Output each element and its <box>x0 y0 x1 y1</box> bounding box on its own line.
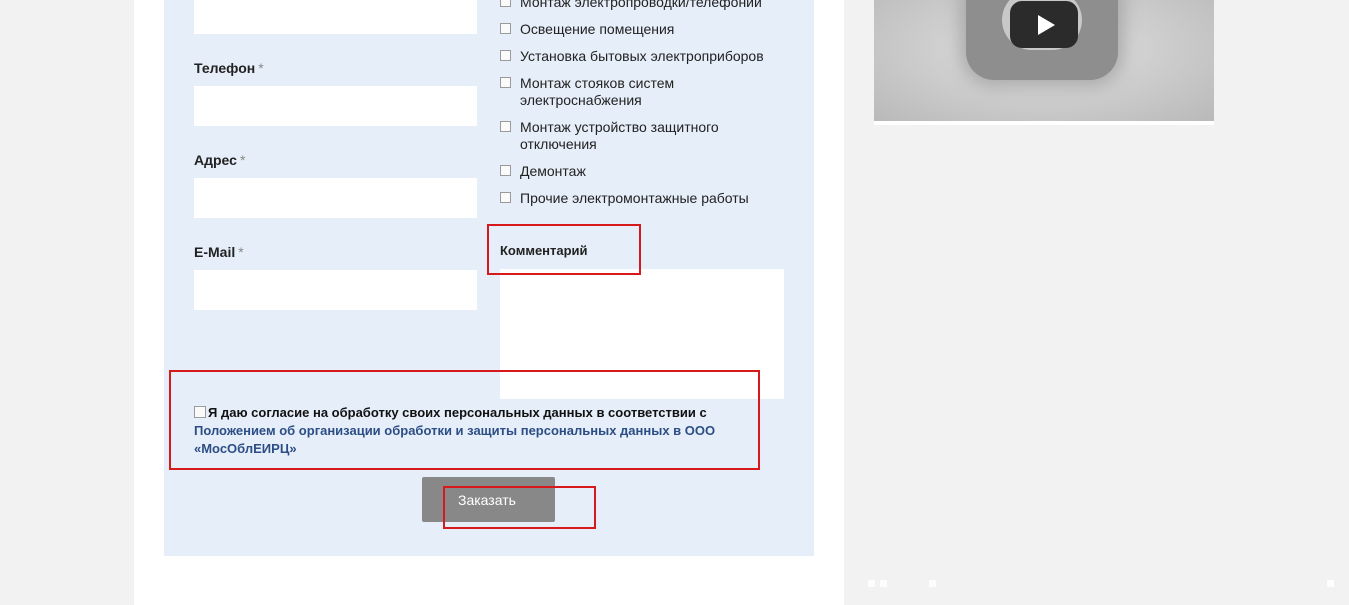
email-input[interactable] <box>194 270 477 310</box>
service-option[interactable]: Монтаж устройство защитного отключения <box>500 119 760 153</box>
consent-policy-link[interactable]: Положением об организации обработки и за… <box>194 423 715 456</box>
required-mark: * <box>238 244 244 260</box>
consent-checkbox[interactable] <box>194 406 206 418</box>
address-label: Адрес * <box>194 152 245 168</box>
video-bottom-strip <box>874 121 1214 125</box>
decorative-artifact <box>868 580 875 587</box>
required-mark: * <box>258 60 264 76</box>
service-checkbox[interactable] <box>500 165 511 176</box>
comment-label: Комментарий <box>500 243 588 258</box>
service-checkbox[interactable] <box>500 77 511 88</box>
name-input[interactable] <box>194 0 477 34</box>
consent-block: Я даю согласие на обработку своих персон… <box>194 404 754 458</box>
service-checkbox[interactable] <box>500 192 511 203</box>
phone-label-text: Телефон <box>194 60 256 76</box>
service-label: Установка бытовых электроприборов <box>520 48 764 64</box>
phone-label: Телефон * <box>194 60 264 76</box>
service-label: Монтаж стояков систем электроснабжения <box>520 75 675 108</box>
service-checkbox[interactable] <box>500 0 511 7</box>
service-label: Монтаж устройство защитного отключения <box>520 119 719 152</box>
submit-order-button[interactable]: Заказать <box>422 477 555 522</box>
address-label-text: Адрес <box>194 152 237 168</box>
address-input[interactable] <box>194 178 477 218</box>
phone-input[interactable] <box>194 86 477 126</box>
service-label: Освещение помещения <box>520 21 675 37</box>
decorative-artifact <box>880 580 887 587</box>
email-label: E-Mail * <box>194 244 244 260</box>
service-label: Демонтаж <box>520 163 586 179</box>
service-checkbox[interactable] <box>500 50 511 61</box>
service-checkbox[interactable] <box>500 23 511 34</box>
service-option[interactable]: Демонтаж <box>500 163 800 180</box>
comment-textarea[interactable] <box>500 269 784 399</box>
decorative-artifact <box>929 580 936 587</box>
play-icon <box>1037 14 1055 35</box>
service-label: Монтаж электропроводки/телефонии <box>520 0 762 10</box>
video-player[interactable] <box>874 0 1214 121</box>
required-mark: * <box>239 152 246 168</box>
service-checkbox[interactable] <box>500 121 511 132</box>
consent-text: Я даю согласие на обработку своих персон… <box>208 405 707 420</box>
service-option[interactable]: Установка бытовых электроприборов <box>500 48 800 65</box>
service-option[interactable]: Монтаж электропроводки/телефонии <box>500 0 800 11</box>
decorative-artifact <box>1327 580 1334 587</box>
service-label: Прочие электромонтажные работы <box>520 190 749 206</box>
email-label-text: E-Mail <box>194 244 236 260</box>
play-button[interactable] <box>1010 1 1078 48</box>
service-option[interactable]: Прочие электромонтажные работы <box>500 190 800 207</box>
service-option[interactable]: Освещение помещения <box>500 21 800 38</box>
service-option[interactable]: Монтаж стояков систем электроснабжения <box>500 75 700 109</box>
